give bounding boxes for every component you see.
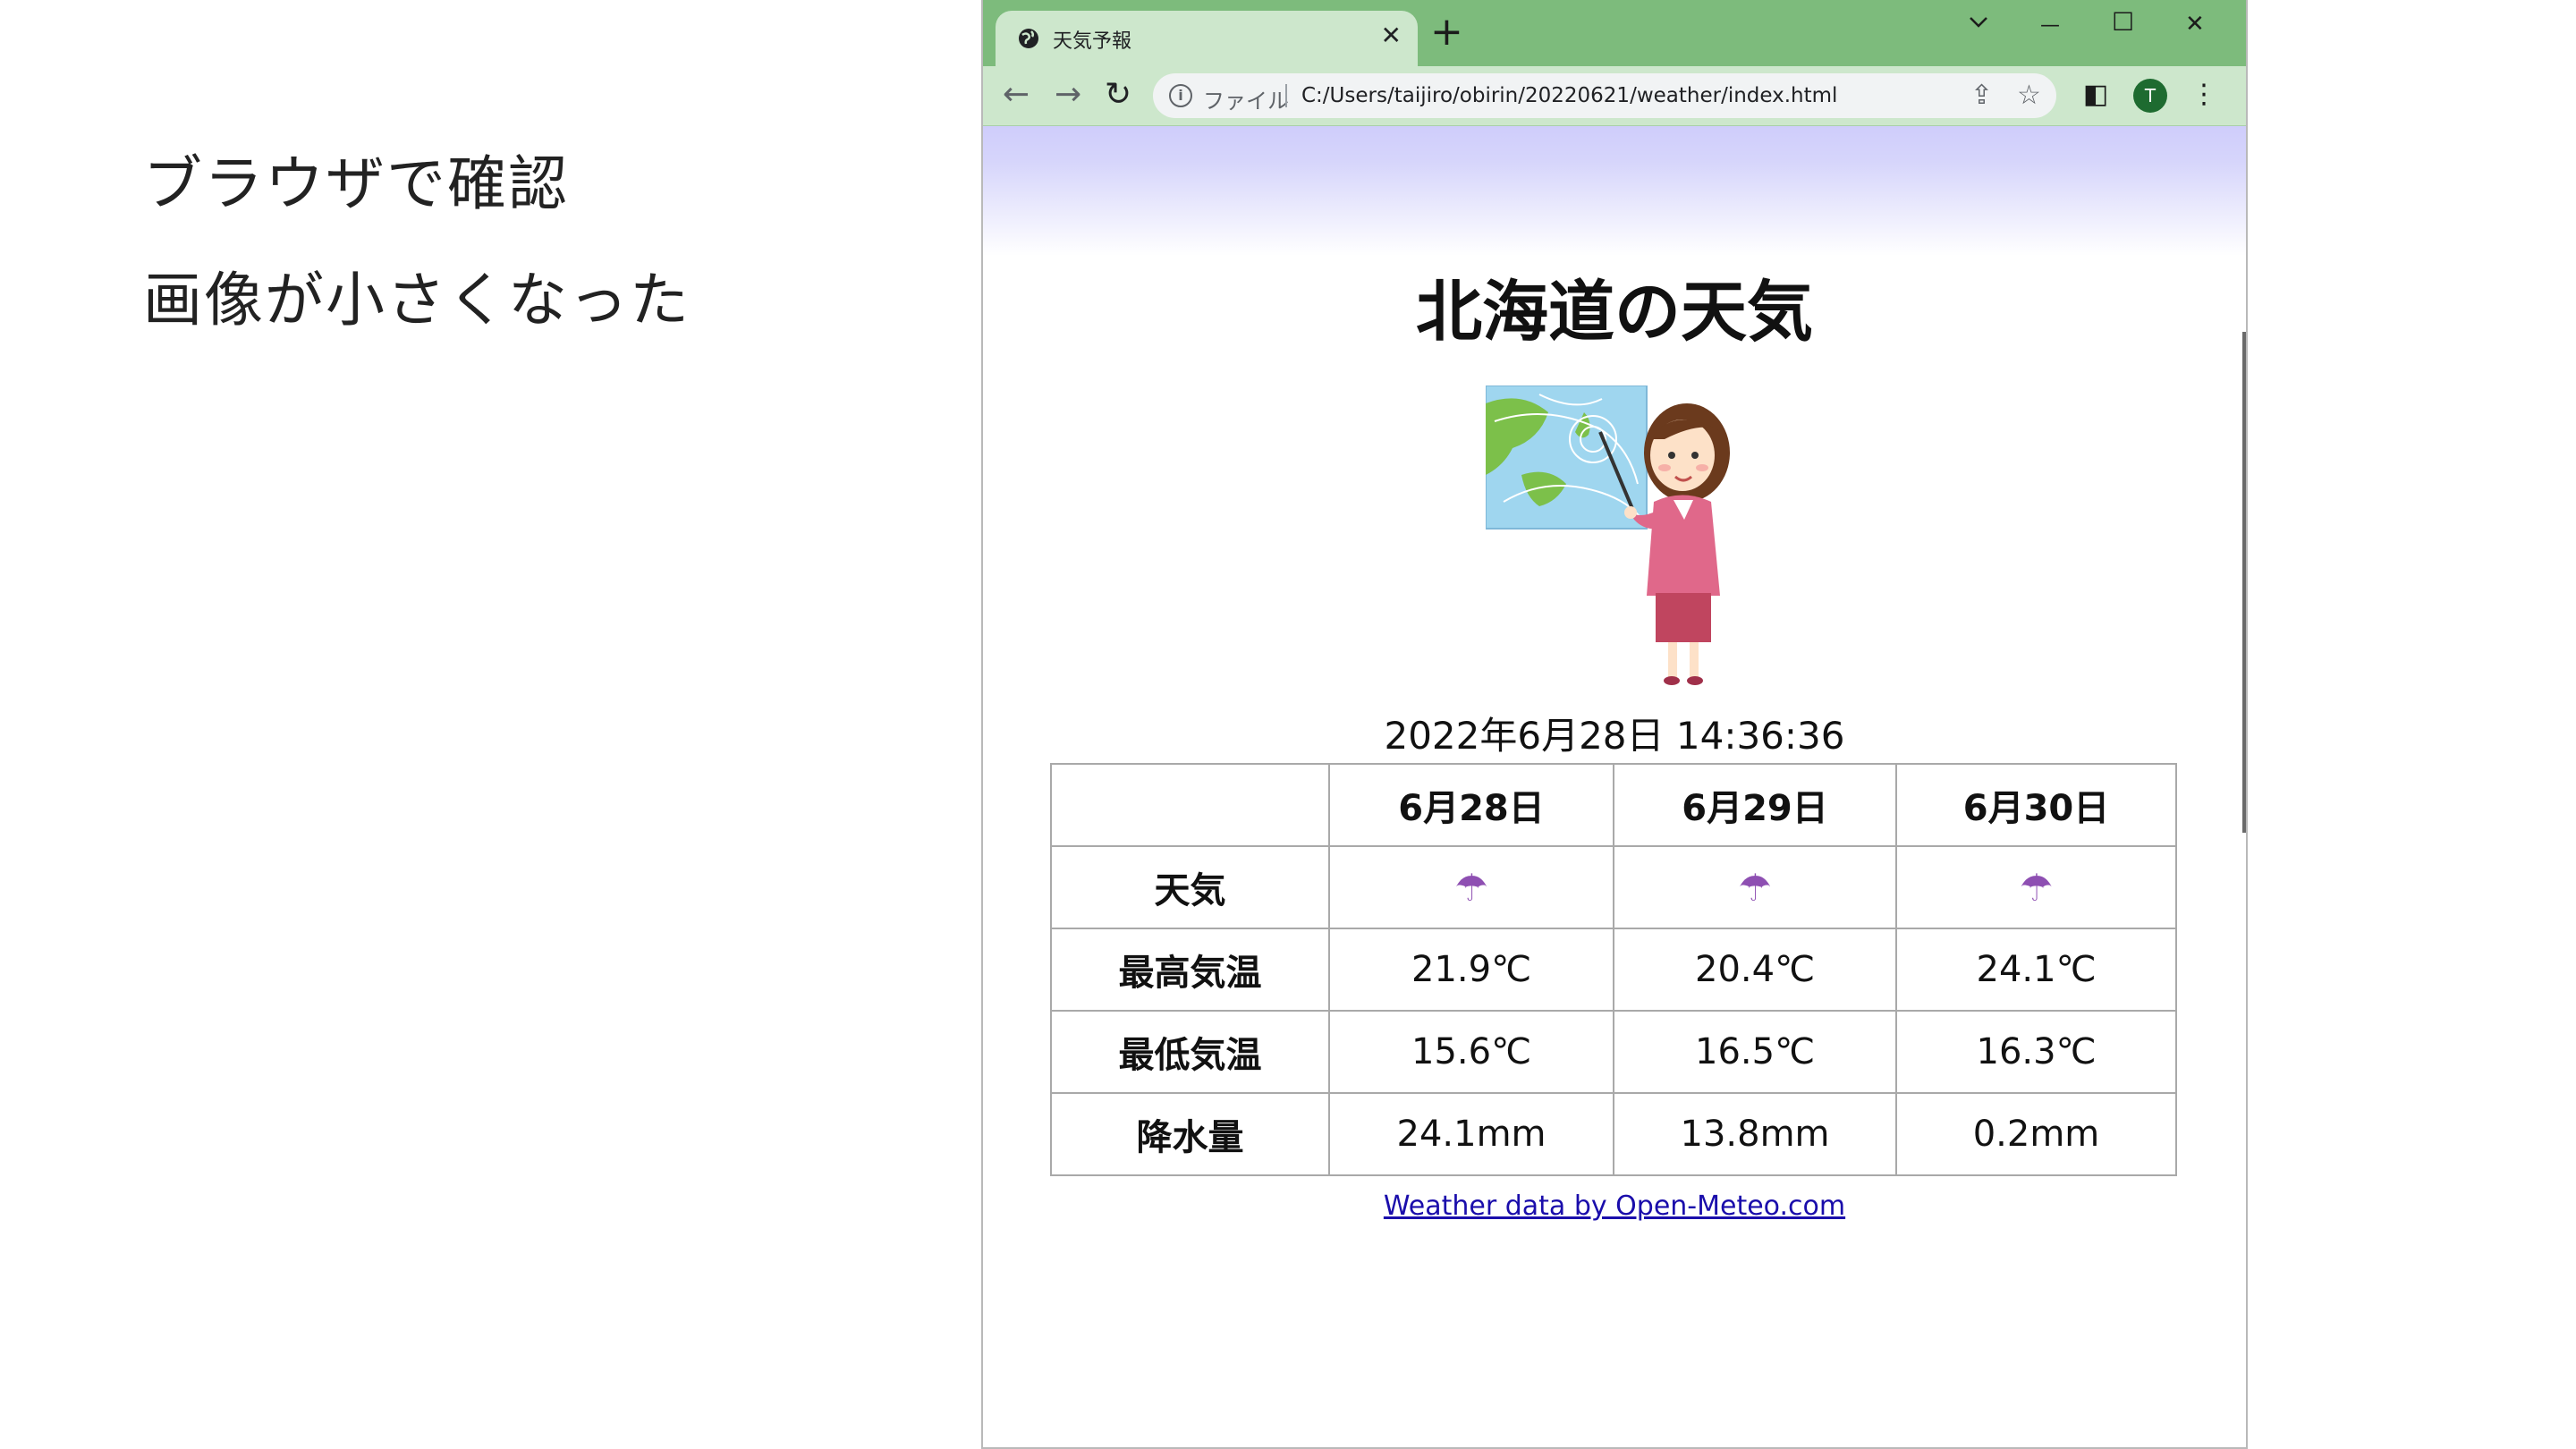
date-header: 6月29日 (1613, 763, 1897, 847)
date-header: 6月30日 (1895, 763, 2177, 847)
umbrella-icon: ☂ (1738, 865, 1772, 910)
table-cell: 16.3℃ (1895, 1010, 2177, 1094)
umbrella-icon: ☂ (1454, 865, 1488, 910)
side-panel-icon[interactable]: ◧ (2083, 77, 2108, 113)
current-datetime: 2022年6月28日 14:36:36 (1384, 714, 1845, 758)
table-header-row: 6月28日 6月29日 6月30日 (1050, 763, 2177, 847)
date-header: 6月28日 (1328, 763, 1614, 847)
table-cell: 16.5℃ (1613, 1010, 1897, 1094)
tab-close-icon[interactable]: ✕ (1381, 21, 1402, 50)
table-row-precipitation: 降水量 24.1mm 13.8mm 0.2mm (1050, 1092, 2177, 1176)
address-separator (1285, 84, 1287, 107)
browser-tab[interactable]: 天気予報 ✕ (996, 11, 1418, 66)
page-viewport: 北海道の天気 2022年6月28日 14:36:36 6月28日 6月29日 6… (983, 126, 2246, 1447)
globe-icon (1019, 29, 1038, 48)
file-scheme-label: ファイル (1203, 89, 1289, 114)
slide-note-check-in-browser: ブラウザで確認 (143, 149, 569, 218)
address-bar[interactable]: i ファイル C:/Users/taijiro/obirin/20220621/… (1153, 73, 2056, 118)
row-label: 最低気温 (1050, 1010, 1330, 1094)
table-cell: 24.1mm (1328, 1092, 1614, 1176)
table-corner-cell (1050, 763, 1330, 847)
page-title: 北海道の天気 (1416, 274, 1813, 351)
table-row-max-temp: 最高気温 21.9℃ 20.4℃ 24.1℃ (1050, 928, 2177, 1012)
table-cell: 24.1℃ (1895, 928, 2177, 1012)
row-label: 天気 (1050, 845, 1330, 929)
tab-search-chevron-icon[interactable] (1969, 16, 1988, 29)
profile-avatar[interactable]: T (2133, 79, 2167, 113)
menu-kebab-icon[interactable]: ⋮ (2190, 77, 2217, 113)
close-window-button[interactable]: ✕ (2185, 9, 2205, 39)
browser-toolbar: ← → ↻ i ファイル C:/Users/taijiro/obirin/202… (983, 66, 2246, 126)
weather-table: 6月28日 6月29日 6月30日 天気 ☂ ☂ ☂ 最高気温 21.9℃ 20… (1050, 763, 2177, 1176)
table-cell: 15.6℃ (1328, 1010, 1614, 1094)
new-tab-button[interactable]: + (1430, 13, 1463, 52)
table-cell: 21.9℃ (1328, 928, 1614, 1012)
umbrella-icon: ☂ (2019, 865, 2054, 910)
title-bar: 天気予報 ✕ + — ☐ ✕ (983, 0, 2246, 66)
weather-cell: ☂ (1613, 845, 1897, 929)
tab-title: 天気予報 (1053, 30, 1132, 53)
weather-cell: ☂ (1328, 845, 1614, 929)
table-cell: 20.4℃ (1613, 928, 1897, 1012)
bookmark-star-icon[interactable]: ☆ (2017, 80, 2041, 111)
row-label: 降水量 (1050, 1092, 1330, 1176)
table-cell: 13.8mm (1613, 1092, 1897, 1176)
table-cell: 0.2mm (1895, 1092, 2177, 1176)
forward-button[interactable]: → (1055, 77, 1081, 113)
info-icon[interactable]: i (1169, 84, 1192, 107)
minimize-button[interactable]: — (2040, 11, 2060, 41)
weather-cell: ☂ (1895, 845, 2177, 929)
reload-button[interactable]: ↻ (1105, 77, 1131, 113)
table-row-min-temp: 最低気温 15.6℃ 16.5℃ 16.3℃ (1050, 1010, 2177, 1094)
share-icon[interactable]: ⇪ (1970, 80, 1993, 111)
browser-window: 天気予報 ✕ + — ☐ ✕ ← → ↻ i ファイル C:/Users/tai… (981, 0, 2248, 1449)
weather-data-credit-link[interactable]: Weather data by Open-Meteo.com (983, 1191, 2246, 1222)
url-text[interactable]: C:/Users/taijiro/obirin/20220621/weather… (1301, 84, 1837, 107)
slide-note-image-smaller: 画像が小さくなった (143, 266, 691, 335)
back-button[interactable]: ← (1003, 77, 1030, 113)
weather-presenter-illustration (1486, 386, 1730, 685)
maximize-button[interactable]: ☐ (2112, 7, 2134, 38)
row-label: 最高気温 (1050, 928, 1330, 1012)
table-row-weather: 天気 ☂ ☂ ☂ (1050, 845, 2177, 929)
